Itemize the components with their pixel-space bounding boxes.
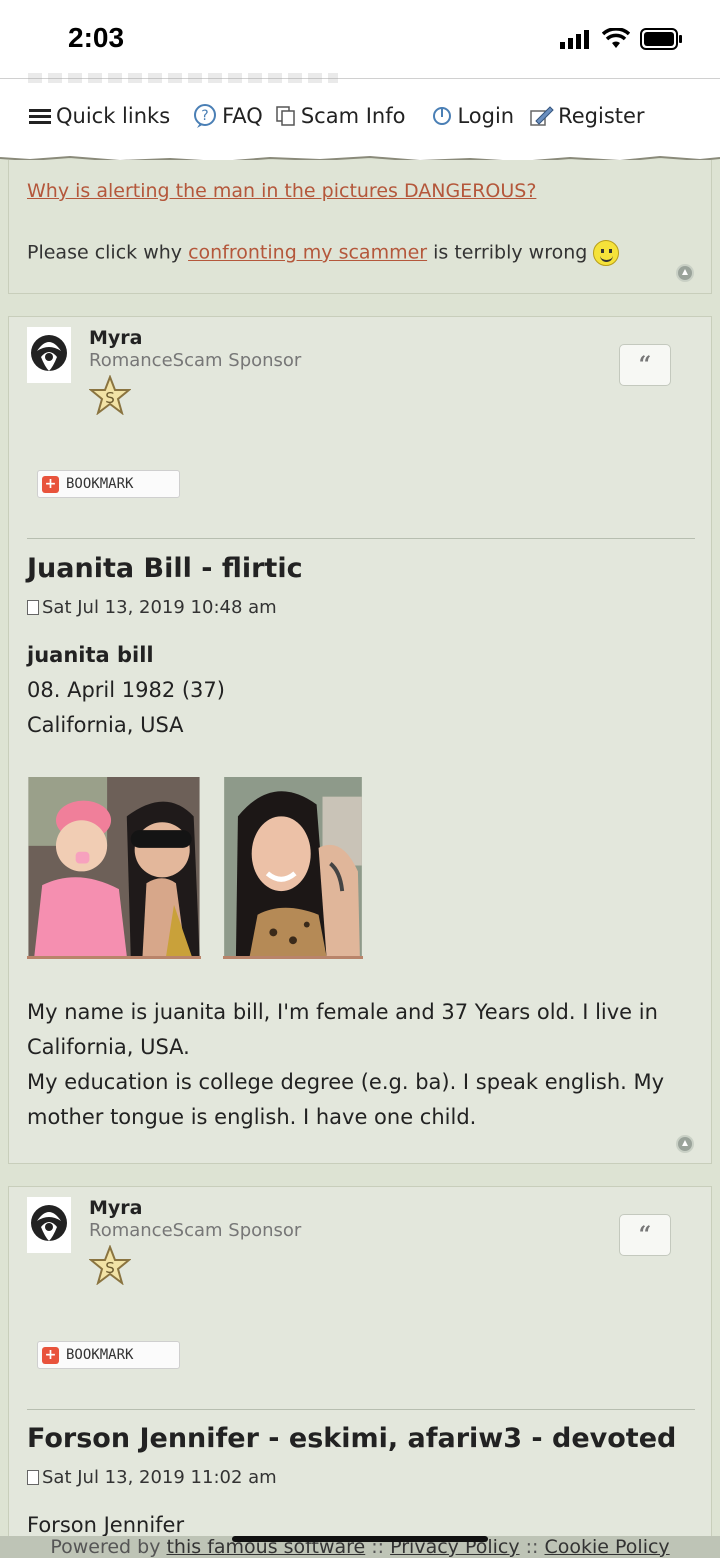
ios-status-bar: 2:03 (0, 0, 720, 78)
post-date: Sat Jul 13, 2019 11:02 am (27, 1467, 277, 1488)
profile-name: juanita bill (27, 643, 154, 667)
post-date-text: Sat Jul 13, 2019 11:02 am (42, 1467, 277, 1488)
post-date: Sat Jul 13, 2019 10:48 am (27, 597, 277, 618)
profile-description-line: My name is juanita bill, I'm female and … (27, 1000, 658, 1024)
profile-description-line: My education is college degree (e.g. ba)… (27, 1070, 665, 1094)
back-to-top-icon[interactable] (676, 264, 694, 282)
footer-prefix: Powered by (50, 1536, 167, 1558)
post-author[interactable]: Myra (89, 1197, 142, 1219)
sponsor-star-icon: S (89, 375, 131, 415)
author-rank: RomanceScam Sponsor (89, 350, 302, 371)
post-divider (27, 538, 695, 539)
hamburger-icon (29, 109, 51, 124)
confronting-scammer-link[interactable]: confronting my scammer (188, 242, 427, 264)
cookie-policy-link[interactable]: Cookie Policy (545, 1536, 670, 1558)
post-author[interactable]: Myra (89, 327, 142, 349)
post-icon (27, 1470, 39, 1485)
profile-location: California, USA (27, 713, 184, 737)
footer-separator: :: (519, 1536, 545, 1558)
confronting-notice: Please click why confronting my scammer … (27, 240, 620, 266)
signal-icon (560, 30, 589, 49)
bookmark-button[interactable]: + BOOKMARK (37, 1341, 180, 1369)
profile-dob: 08. April 1982 (37) (27, 678, 225, 702)
pages-icon (276, 106, 295, 126)
bookmark-label: BOOKMARK (66, 1347, 134, 1363)
post-icon (27, 600, 39, 615)
svg-text:S: S (105, 389, 115, 407)
home-indicator[interactable] (232, 1536, 488, 1542)
avatar (27, 327, 71, 383)
quick-links-label: Quick links (56, 104, 171, 128)
clipped-header-text (28, 73, 338, 83)
post-date-text: Sat Jul 13, 2019 10:48 am (42, 597, 277, 618)
sponsor-star-icon: S (89, 1245, 131, 1285)
battery-icon (640, 28, 682, 50)
login-label: Login (457, 104, 515, 128)
register-label: Register (558, 104, 645, 128)
post-title[interactable]: Forson Jennifer - eskimi, afariw3 - devo… (27, 1423, 676, 1454)
plus-icon: + (42, 1346, 59, 1364)
notice-suffix: is terribly wrong (427, 241, 588, 264)
faq-link[interactable]: ? FAQ (192, 103, 263, 129)
author-rank: RomanceScam Sponsor (89, 1220, 302, 1241)
register-pencil-icon (530, 106, 554, 126)
svg-text:S: S (105, 1259, 115, 1277)
quick-links-menu[interactable]: Quick links (28, 104, 170, 128)
post-divider (27, 1409, 695, 1410)
announcement-box: Why is alerting the man in the pictures … (8, 160, 712, 294)
wifi-icon (602, 28, 630, 48)
post: Myra RomanceScam Sponsor S “ + BOOKMARK … (8, 1186, 712, 1556)
register-link[interactable]: Register (528, 104, 645, 128)
login-link[interactable]: Login (431, 104, 514, 128)
scam-info-link[interactable]: Scam Info (275, 104, 406, 128)
top-navbar: Quick links ? FAQ Scam Info Login Regist… (0, 73, 720, 158)
dangerous-alert-link[interactable]: Why is alerting the man in the pictures … (27, 180, 536, 202)
bookmark-button[interactable]: + BOOKMARK (37, 470, 180, 498)
profile-name: Forson Jennifer (27, 1513, 185, 1537)
scam-info-label: Scam Info (300, 104, 406, 128)
status-icons (560, 28, 684, 50)
power-icon (433, 107, 452, 125)
post-title[interactable]: Juanita Bill - flirtic (27, 553, 303, 584)
profile-description-line: mother tongue is english. I have one chi… (27, 1105, 477, 1129)
bookmark-label: BOOKMARK (66, 476, 134, 492)
plus-icon: + (42, 475, 59, 493)
quote-button[interactable]: “ (619, 1214, 671, 1256)
faq-label: FAQ (222, 104, 263, 128)
profile-photo-1[interactable] (27, 777, 201, 959)
avatar (27, 1197, 71, 1253)
status-time: 2:03 (68, 22, 125, 53)
question-icon: ? (194, 104, 217, 128)
smiley-icon (593, 240, 620, 266)
post: Myra RomanceScam Sponsor S “ + BOOKMARK … (8, 316, 712, 1164)
quote-button[interactable]: “ (619, 344, 671, 386)
profile-description-line: California, USA. (27, 1035, 190, 1059)
profile-photo-2[interactable] (223, 777, 363, 959)
svg-text:?: ? (201, 108, 208, 124)
notice-prefix: Please click why (27, 241, 189, 264)
back-to-top-icon[interactable] (676, 1135, 694, 1153)
